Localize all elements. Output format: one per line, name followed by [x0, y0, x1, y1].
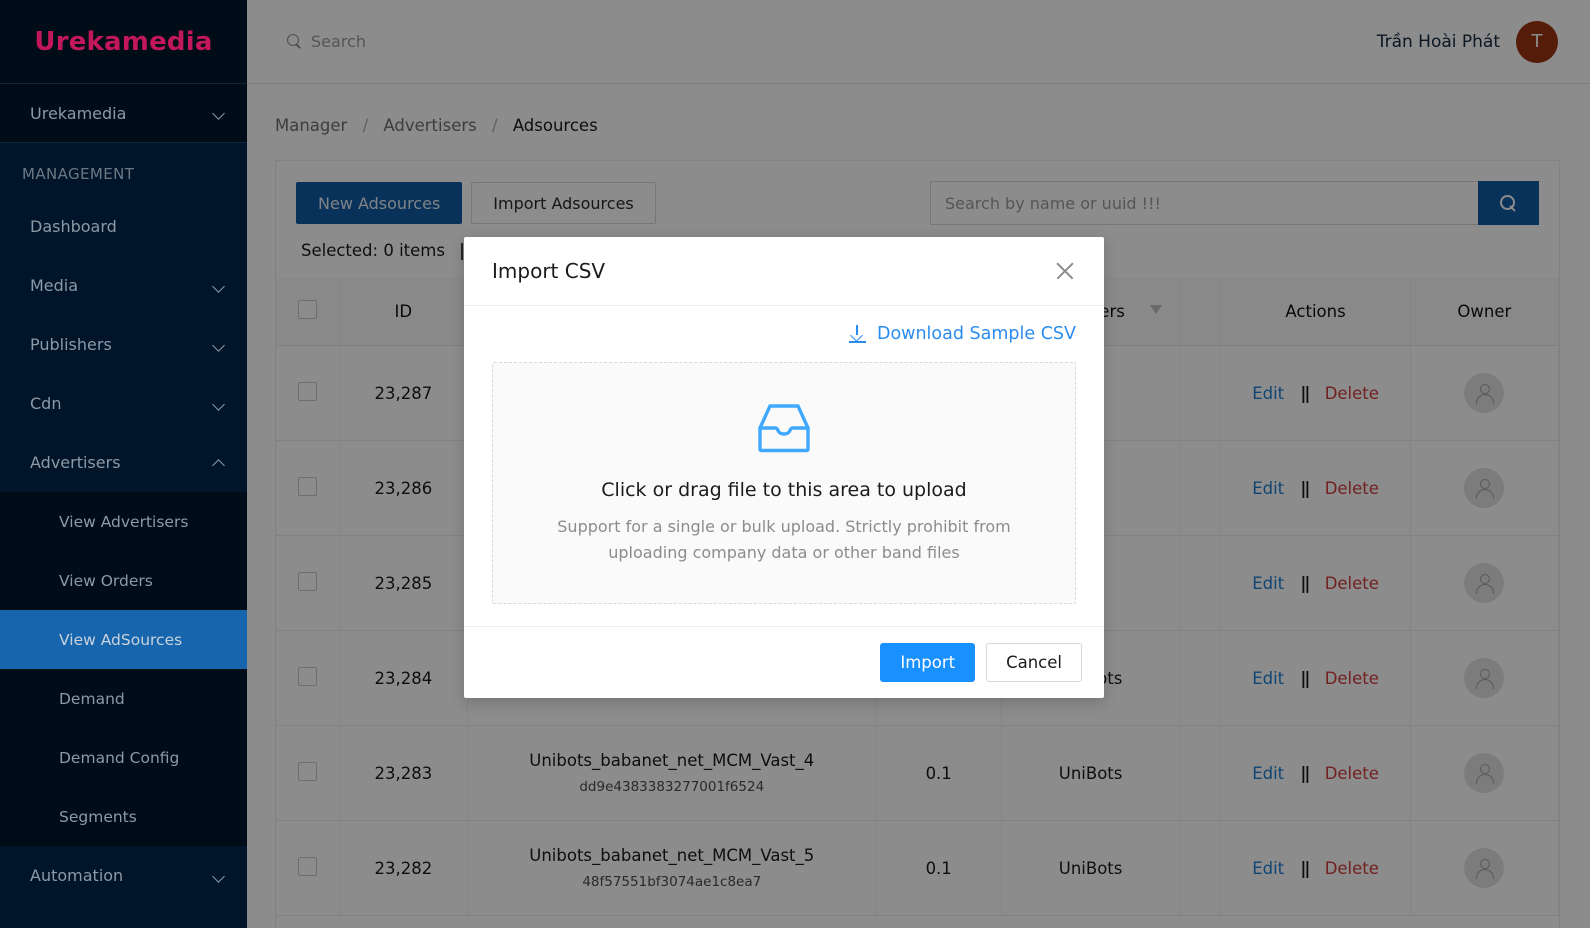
chevron-down-icon	[213, 280, 225, 292]
chevron-down-icon	[213, 107, 225, 119]
sidebar-item-publishers[interactable]: Publishers	[0, 315, 247, 374]
sidebar-logo[interactable]: Urekamedia	[0, 0, 247, 84]
sidebar-item-automation[interactable]: Automation	[0, 846, 247, 905]
download-sample-csv-label: Download Sample CSV	[876, 324, 1076, 344]
sidebar-item-view-orders[interactable]: View Orders	[0, 551, 247, 610]
modal-body: Download Sample CSV Click or drag file t…	[464, 306, 1104, 626]
file-dropzone[interactable]: Click or drag file to this area to uploa…	[492, 362, 1076, 605]
sidebar-item-label: Advertisers	[30, 453, 121, 472]
import-csv-modal: Import CSV Download Sample CSV Click or …	[464, 237, 1104, 699]
import-button[interactable]: Import	[880, 643, 976, 683]
close-icon[interactable]	[1054, 260, 1076, 282]
chevron-down-icon	[213, 870, 225, 882]
chevron-down-icon	[213, 339, 225, 351]
sidebar-item-segments[interactable]: Segments	[0, 787, 247, 846]
sidebar: Urekamedia Urekamedia MANAGEMENT Dashboa…	[0, 0, 247, 928]
sidebar-item-label: Dashboard	[30, 217, 117, 236]
download-sample-row: Download Sample CSV	[492, 324, 1076, 344]
cancel-button[interactable]: Cancel	[986, 643, 1082, 683]
chevron-down-icon	[213, 398, 225, 410]
inbox-icon	[758, 404, 810, 453]
sidebar-item-label: Segments	[59, 807, 137, 826]
sidebar-item-advertisers[interactable]: Advertisers	[0, 433, 247, 492]
sidebar-item-view-advertisers[interactable]: View Advertisers	[0, 492, 247, 551]
sidebar-item-dashboard[interactable]: Dashboard	[0, 197, 247, 256]
sidebar-item-label: Cdn	[30, 394, 62, 413]
modal-footer: Import Cancel	[464, 626, 1104, 698]
download-sample-csv-link[interactable]: Download Sample CSV	[848, 324, 1076, 344]
sidebar-item-cdn[interactable]: Cdn	[0, 374, 247, 433]
app-root: Urekamedia Urekamedia MANAGEMENT Dashboa…	[0, 0, 1590, 928]
sidebar-item-label: Publishers	[30, 335, 112, 354]
sidebar-item-label: Demand Config	[59, 748, 180, 767]
chevron-up-icon	[213, 457, 225, 469]
dropzone-title: Click or drag file to this area to uploa…	[601, 479, 967, 501]
dropzone-hint: Support for a single or bulk upload. Str…	[557, 517, 1011, 562]
sidebar-item-urekamedia[interactable]: Urekamedia	[0, 84, 247, 143]
sidebar-item-label: View Advertisers	[59, 512, 189, 531]
modal-header: Import CSV	[464, 237, 1104, 306]
sidebar-item-label: Urekamedia	[30, 103, 127, 123]
logo-text: Urekamedia	[34, 26, 213, 57]
sidebar-item-label: View AdSources	[59, 630, 183, 649]
sidebar-item-label: Automation	[30, 866, 124, 885]
sidebar-item-label: Demand	[59, 689, 125, 708]
sidebar-item-label: Media	[30, 276, 79, 295]
sidebar-group-title: MANAGEMENT	[22, 165, 135, 183]
sidebar-item-media[interactable]: Media	[0, 256, 247, 315]
sidebar-item-demand[interactable]: Demand	[0, 669, 247, 728]
download-icon	[848, 325, 866, 343]
sidebar-item-view-adsources[interactable]: View AdSources	[0, 610, 247, 669]
modal-title: Import CSV	[492, 259, 606, 283]
sidebar-item-label: View Orders	[59, 571, 153, 590]
sidebar-item-demand-config[interactable]: Demand Config	[0, 728, 247, 787]
